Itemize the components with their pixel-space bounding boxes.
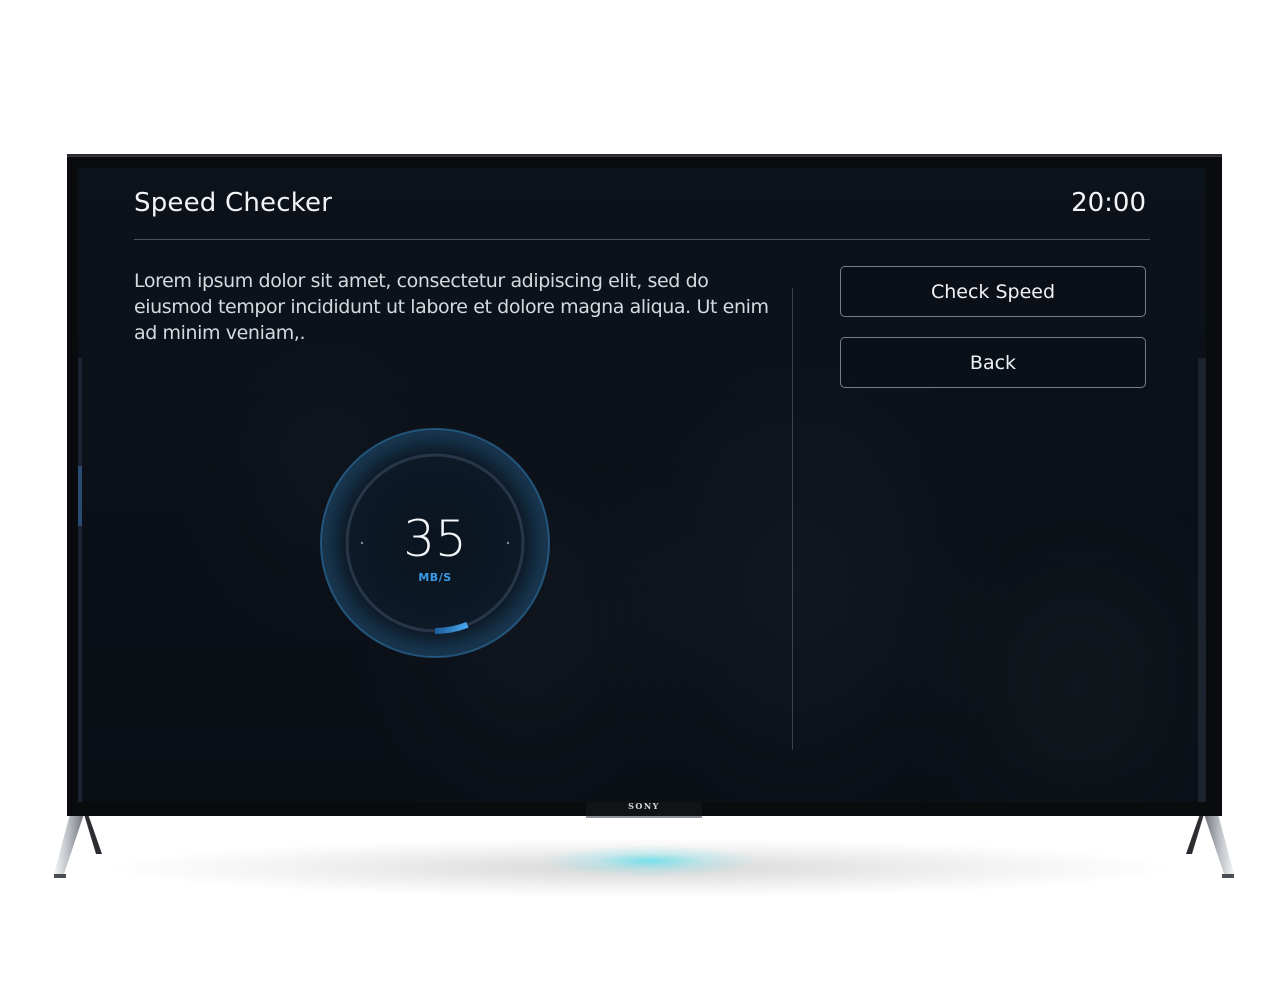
speed-checker-panel: Speed Checker 20:00 Lorem ipsum dolor si…: [78, 168, 1206, 802]
tv-mockup: Speed Checker 20:00 Lorem ipsum dolor si…: [0, 0, 1280, 1000]
tv-screen: Speed Checker 20:00 Lorem ipsum dolor si…: [78, 168, 1206, 802]
clock: 20:00: [1071, 188, 1146, 218]
check-speed-button[interactable]: Check Speed: [840, 266, 1146, 317]
brand-logo: SONY: [628, 801, 660, 811]
tv-leg-right: [1186, 814, 1234, 878]
column-divider: [792, 288, 793, 750]
back-button[interactable]: Back: [840, 337, 1146, 388]
page-title: Speed Checker: [134, 188, 333, 218]
speed-gauge: 35 MB/S: [318, 426, 552, 660]
stand-glow: [540, 845, 760, 877]
tv-leg-left: [54, 814, 102, 878]
description-text: Lorem ipsum dolor sit amet, consectetur …: [134, 270, 769, 344]
speed-value: 35: [403, 510, 467, 568]
header-divider: [134, 239, 1150, 240]
speed-unit: MB/S: [418, 571, 452, 584]
